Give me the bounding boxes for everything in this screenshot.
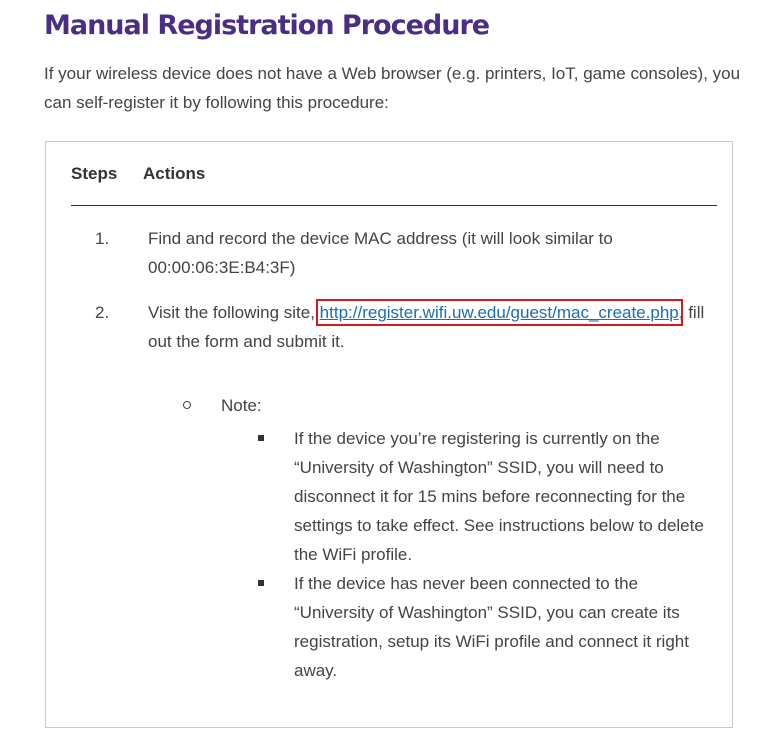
header-divider: [71, 205, 717, 206]
note-label: Note:: [221, 396, 262, 415]
square-bullet-icon: [258, 580, 264, 586]
intro-paragraph: If your wireless device does not have a …: [44, 64, 741, 112]
circle-bullet-icon: [183, 401, 191, 409]
column-header-steps: Steps: [71, 164, 118, 183]
page-title: Manual Registration Procedure: [44, 10, 490, 41]
step-1-text: Find and record the device MAC address (…: [148, 229, 613, 277]
step-number-1: 1.: [95, 229, 110, 248]
square-bullet-icon: [258, 435, 264, 441]
step-2-intro: Visit the following site,: [148, 303, 320, 322]
step-number-2: 2.: [95, 303, 110, 322]
column-header-actions: Actions: [143, 164, 206, 183]
mac-create-link[interactable]: http://register.wifi.uw.edu/guest/mac_cr…: [315, 299, 683, 326]
page: Manual Registration Procedure If your wi…: [0, 0, 765, 745]
note-bullet-2: If the device has never been connected t…: [294, 574, 689, 680]
step-2-text: Visit the following site, http://registe…: [148, 298, 720, 356]
note-bullet-1: If the device you’re registering is curr…: [294, 429, 704, 564]
